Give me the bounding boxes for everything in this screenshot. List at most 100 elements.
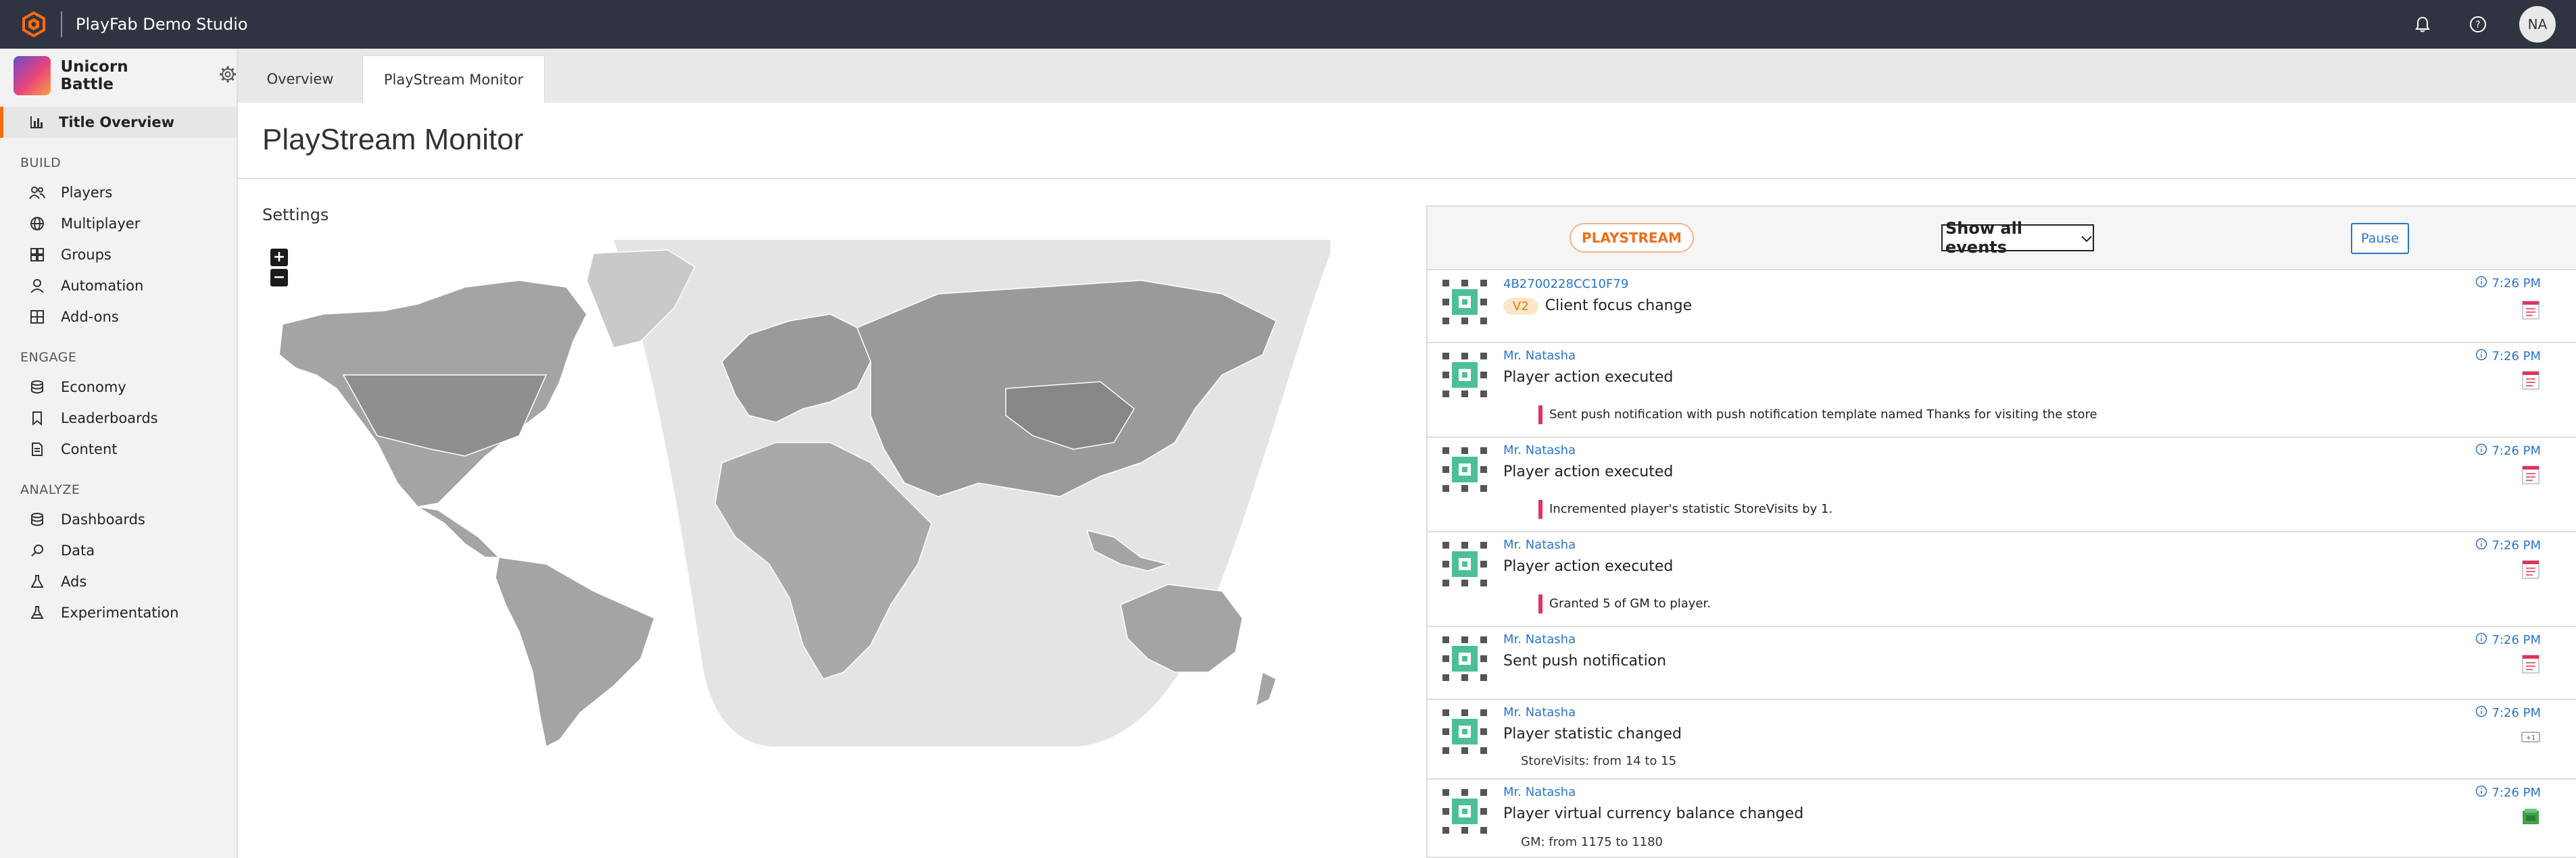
- event-note: Sent push notification with push notific…: [1538, 405, 2097, 424]
- event-row[interactable]: Mr. Natasha Player statistic changed Sto…: [1428, 700, 2576, 780]
- event-title: Player virtual currency balance changed: [1503, 805, 1804, 822]
- gear-icon[interactable]: [219, 66, 237, 86]
- event-row[interactable]: Mr. Natasha Player virtual currency bala…: [1428, 780, 2576, 857]
- sidebar: Unicorn Battle Title Overview BUILD Play…: [0, 49, 238, 858]
- event-timestamp: 7:26 PM: [2475, 443, 2541, 459]
- sidebar-item-dashboards[interactable]: Dashboards: [0, 504, 237, 535]
- world-map[interactable]: [262, 240, 1330, 747]
- event-doc-icon[interactable]: [2521, 300, 2541, 320]
- event-user-link[interactable]: Mr. Natasha: [1503, 538, 1576, 552]
- panel-header: PLAYSTREAM Show all events Pause: [1428, 207, 2576, 270]
- event-filter-value: Show all events: [1945, 219, 2023, 257]
- event-doc-icon[interactable]: [2521, 370, 2541, 390]
- zoom-out-button[interactable]: −: [270, 269, 288, 286]
- event-doc-icon[interactable]: [2521, 654, 2541, 674]
- playfab-logo-icon[interactable]: [20, 11, 47, 38]
- sidebar-item-label: Experimentation: [61, 605, 179, 621]
- sidebar-item-label: Ads: [61, 574, 87, 590]
- event-user-link[interactable]: Mr. Natasha: [1503, 632, 1576, 647]
- info-icon[interactable]: [2475, 349, 2487, 364]
- zoom-in-button[interactable]: +: [270, 249, 288, 266]
- event-title: Player action executed: [1503, 558, 1674, 575]
- event-user-link[interactable]: 4B2700228CC10F79: [1503, 277, 1628, 291]
- sidebar-item-multiplayer[interactable]: Multiplayer: [0, 208, 237, 239]
- event-row[interactable]: Mr. Natasha Player action executed Grant…: [1428, 532, 2576, 627]
- info-icon[interactable]: [2475, 705, 2487, 721]
- sidebar-item-add-ons[interactable]: Add-ons: [0, 301, 237, 332]
- event-timestamp: 7:26 PM: [2475, 705, 2541, 721]
- sidebar-item-automation[interactable]: Automation: [0, 270, 237, 301]
- sidebar-item-experimentation[interactable]: Experimentation: [0, 597, 237, 628]
- info-icon[interactable]: [2475, 785, 2487, 801]
- currency-icon[interactable]: [2521, 807, 2541, 827]
- event-time: 7:26 PM: [2492, 444, 2541, 458]
- chevron-down-icon: [2081, 228, 2093, 247]
- title-name[interactable]: Unicorn Battle: [60, 58, 181, 93]
- globe-icon: [28, 215, 46, 232]
- sidebar-item-label: Players: [61, 184, 113, 201]
- sidebar-item-label: Content: [61, 441, 118, 457]
- nav-section-engage: ENGAGE: [20, 350, 77, 365]
- version-badge: V2: [1503, 298, 1538, 315]
- groups-icon: [28, 246, 46, 263]
- event-doc-icon[interactable]: [2521, 465, 2541, 485]
- economy-icon: [28, 378, 46, 396]
- title-selector[interactable]: Unicorn Battle: [0, 49, 237, 103]
- sidebar-item-label: Data: [61, 542, 95, 559]
- pause-button[interactable]: Pause: [2351, 223, 2409, 254]
- bookmark-icon: [28, 409, 46, 427]
- identicon-avatar: [1442, 636, 1487, 681]
- event-time: 7:26 PM: [2492, 276, 2541, 291]
- identicon-avatar: [1442, 447, 1487, 492]
- settings-link[interactable]: Settings: [262, 205, 329, 224]
- sidebar-item-label: Leaderboards: [61, 410, 158, 426]
- sidebar-item-players[interactable]: Players: [0, 177, 237, 208]
- event-detail: StoreVisits: from 14 to 15: [1521, 754, 1677, 768]
- info-icon[interactable]: [2475, 276, 2487, 291]
- tab-overview[interactable]: Overview: [238, 55, 362, 103]
- sidebar-item-label: Title Overview: [59, 114, 174, 130]
- flask-icon: [28, 573, 46, 590]
- event-doc-icon[interactable]: [2521, 559, 2541, 580]
- experiment-icon: [28, 604, 46, 622]
- event-user-link[interactable]: Mr. Natasha: [1503, 443, 1576, 457]
- info-icon[interactable]: [2475, 443, 2487, 459]
- event-row[interactable]: Mr. Natasha Player action executed Sent …: [1428, 343, 2576, 438]
- sidebar-item-groups[interactable]: Groups: [0, 239, 237, 270]
- event-row[interactable]: Mr. Natasha Sent push notification 7:26 …: [1428, 627, 2576, 700]
- bar-chart-icon: [28, 113, 45, 131]
- studio-name[interactable]: PlayFab Demo Studio: [76, 15, 248, 34]
- sidebar-item-economy[interactable]: Economy: [0, 372, 237, 403]
- sidebar-item-ads[interactable]: Ads: [0, 566, 237, 597]
- continent-south-america: [495, 557, 655, 747]
- identicon-avatar: [1442, 542, 1487, 586]
- event-user-link[interactable]: Mr. Natasha: [1503, 785, 1576, 799]
- info-icon[interactable]: [2475, 632, 2487, 648]
- sidebar-item-data[interactable]: Data: [0, 535, 237, 566]
- event-timestamp: 7:26 PM: [2475, 276, 2541, 291]
- event-user-link[interactable]: Mr. Natasha: [1503, 349, 1576, 363]
- event-row[interactable]: 4B2700228CC10F79 V2 Client focus change 7…: [1428, 270, 2576, 343]
- identicon-avatar: [1442, 789, 1487, 834]
- sidebar-item-leaderboards[interactable]: Leaderboards: [0, 403, 237, 434]
- statistic-icon[interactable]: +1: [2521, 727, 2541, 747]
- event-title: V2 Client focus change: [1503, 297, 1692, 315]
- info-icon[interactable]: [2475, 538, 2487, 553]
- sidebar-item-label: Dashboards: [61, 511, 145, 528]
- sidebar-item-content[interactable]: Content: [0, 434, 237, 465]
- event-row[interactable]: Mr. Natasha Player action executed Incre…: [1428, 438, 2576, 532]
- sidebar-item-title-overview[interactable]: Title Overview: [0, 107, 237, 138]
- title-divider: [238, 178, 2576, 179]
- title-avatar: [14, 56, 51, 95]
- event-user-link[interactable]: Mr. Natasha: [1503, 705, 1576, 720]
- sidebar-item-label: Economy: [61, 379, 126, 395]
- event-filter-select[interactable]: Show all events: [1941, 219, 2094, 257]
- tab-playstream-monitor[interactable]: PlayStream Monitor: [362, 55, 545, 103]
- user-avatar[interactable]: NA: [2519, 6, 2556, 43]
- event-time: 7:26 PM: [2492, 538, 2541, 553]
- help-icon[interactable]: ?: [2464, 10, 2492, 39]
- bell-icon[interactable]: [2408, 10, 2437, 39]
- identicon-avatar: [1442, 280, 1487, 324]
- automation-icon: [28, 277, 46, 295]
- event-title: Sent push notification: [1503, 653, 1667, 670]
